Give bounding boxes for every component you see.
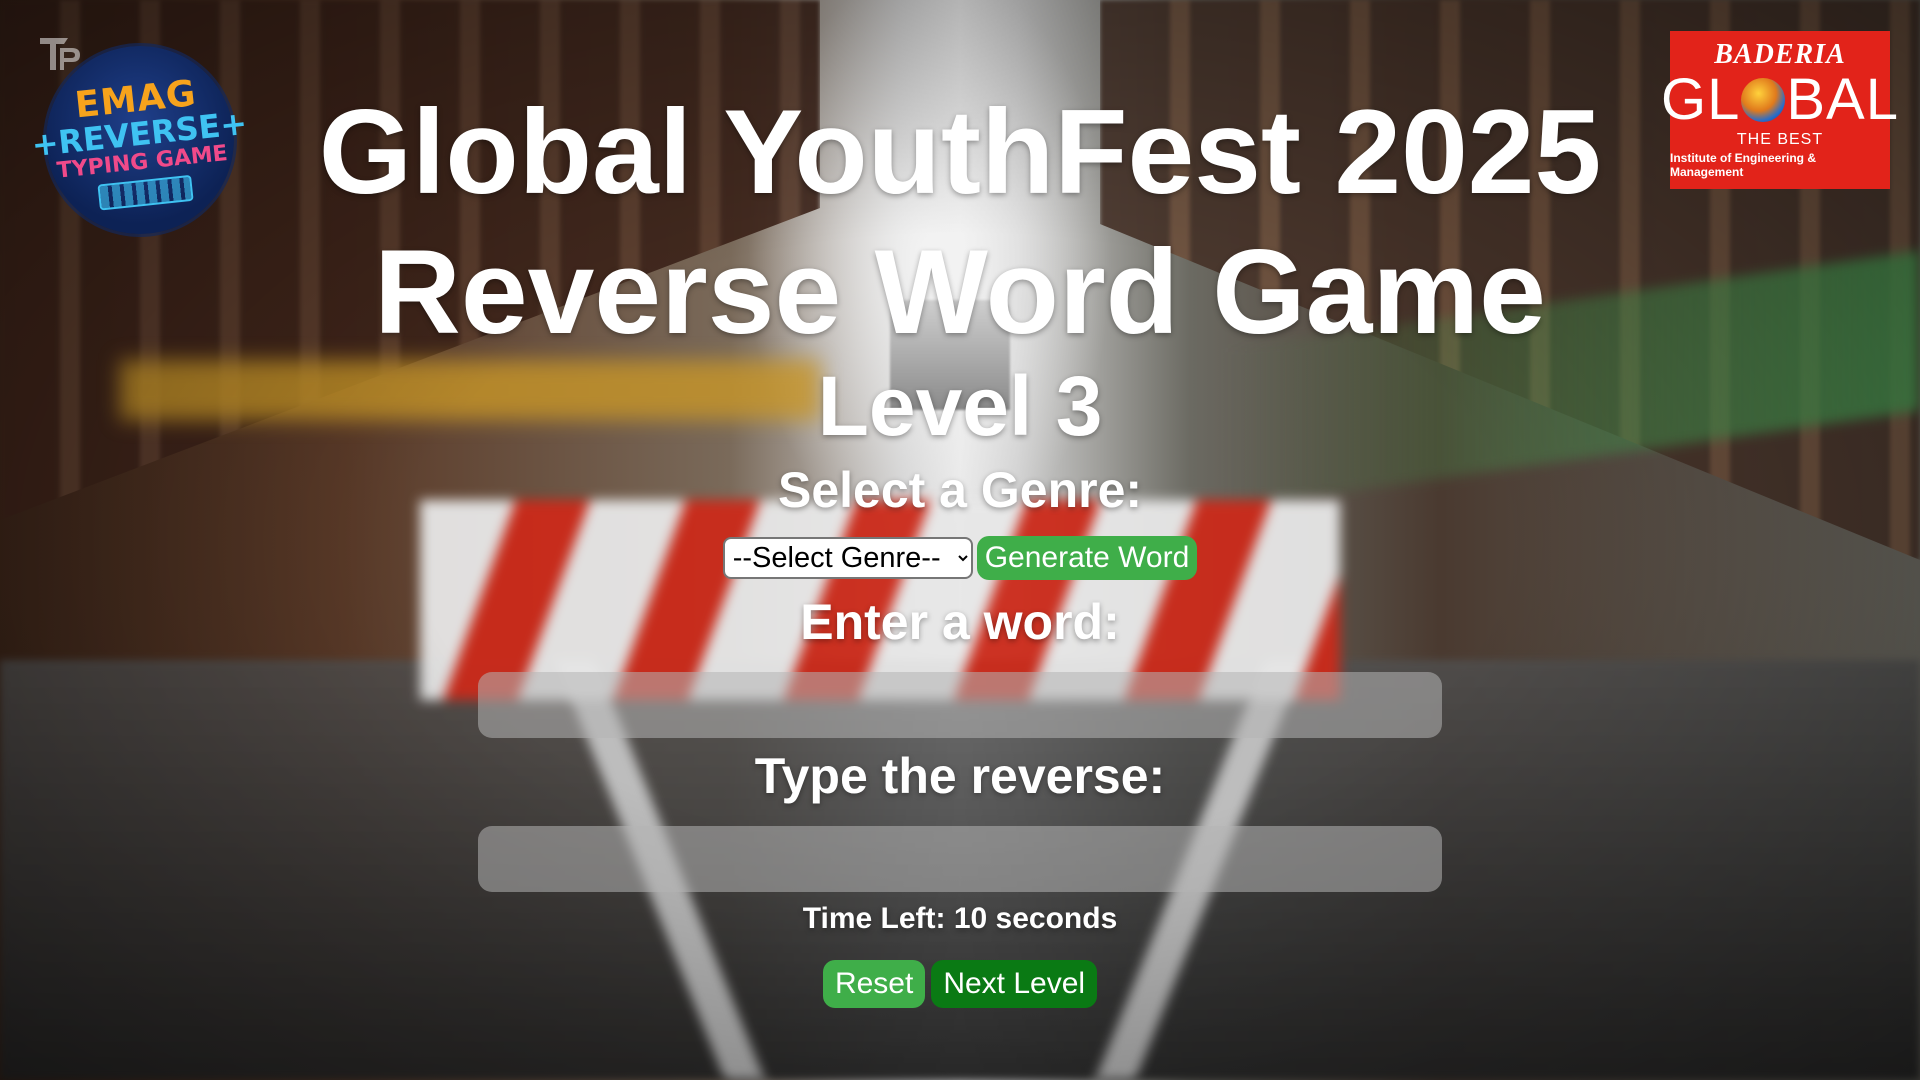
page-title: Global YouthFest 2025 Reverse Word Game	[319, 82, 1602, 362]
genre-select[interactable]: --Select Genre--	[722, 537, 973, 579]
title-line2: Reverse Word Game	[374, 225, 1546, 359]
reset-button[interactable]: Reset	[822, 960, 926, 1008]
word-input[interactable]	[478, 672, 1442, 738]
next-level-button[interactable]: Next Level	[931, 960, 1098, 1008]
reverse-label: Type the reverse:	[754, 748, 1166, 804]
reverse-input[interactable]	[478, 826, 1442, 892]
genre-label: Select a Genre:	[777, 462, 1143, 518]
title-line1: Global YouthFest 2025	[318, 85, 1602, 219]
generate-word-button[interactable]: Generate Word	[976, 536, 1198, 580]
level-heading: Level 3	[817, 359, 1103, 453]
action-buttons: Reset Next Level	[822, 960, 1098, 1008]
enter-word-label: Enter a word:	[800, 594, 1120, 650]
time-left-text: Time Left: 10 seconds	[802, 902, 1118, 935]
game-panel: Global YouthFest 2025 Reverse Word Game …	[0, 0, 1920, 1008]
genre-row: --Select Genre-- Generate Word	[722, 536, 1198, 580]
